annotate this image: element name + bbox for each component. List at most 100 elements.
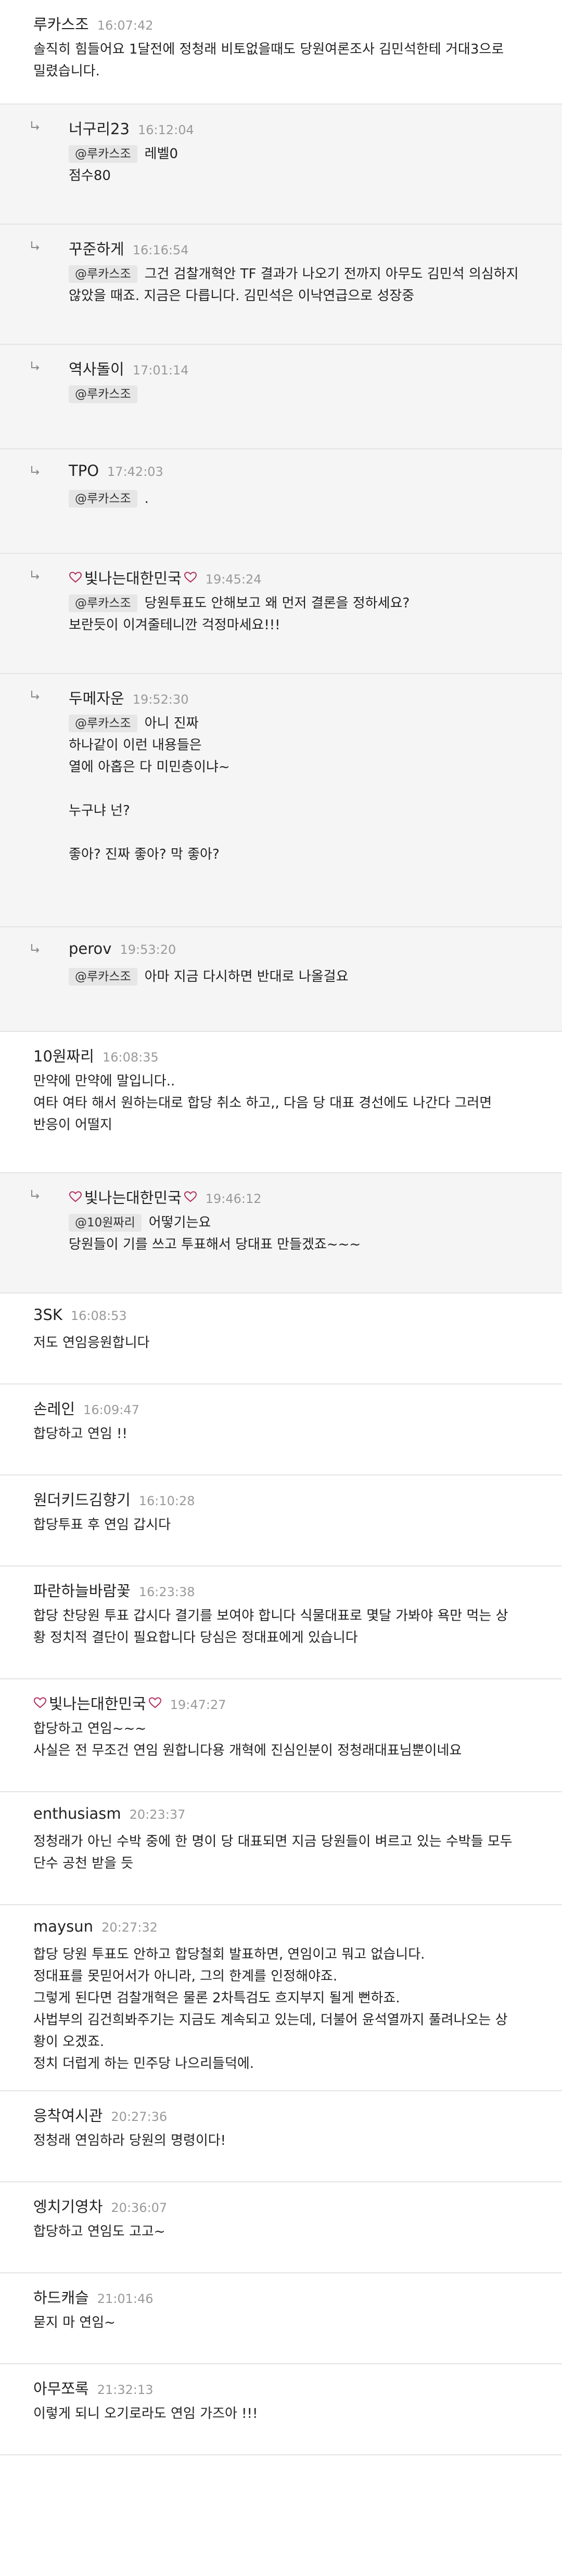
comment-body: 솔직히 힘들어요 1달전에 정청래 비토없을때도 당원여론조사 김민석한테 거대…: [33, 38, 541, 82]
comment-author[interactable]: 빛나는대한민국: [33, 1692, 162, 1714]
comment-body: 정청래가 아닌 수박 중에 한 명이 당 대표되면 지금 당원들이 벼르고 있는…: [33, 1831, 541, 1874]
comment-author[interactable]: perov: [69, 940, 111, 957]
mention-tag[interactable]: @루카스조: [69, 594, 137, 612]
reply-comment: 역사돌이 17:01:14 @루카스조: [0, 345, 562, 449]
comment-time: 21:01:46: [97, 2292, 154, 2306]
comment-body: 합당하고 연임~~~ 사실은 전 무조건 연임 원합니다용 개혁에 진심인분이 정…: [33, 1718, 541, 1762]
comment-body: @10원짜리 어떻기는요 당원들이 기를 쓰고 투표해서 당대표 만들겠죠~~~: [69, 1212, 541, 1255]
comment-text: 합당하고 연임도 고고~: [33, 2224, 165, 2240]
comment-header: maysun 20:27:32: [33, 1918, 541, 1938]
reply-comment: 빛나는대한민국 19:45:24 @루카스조 당원투표도 안해보고 왜 먼저 결론을 …: [0, 554, 562, 674]
comment-text-line: 합당 찬당원 투표 갑시다 결기를 보여야 합니다 식물대표로 몇달 가봐야 욕…: [33, 1605, 541, 1627]
author-name: 두메자운: [69, 690, 124, 707]
comment-author[interactable]: 하드캐슬: [33, 2286, 89, 2308]
author-name: 루카스조: [33, 16, 89, 33]
comment-header: 손레인 16:09:47: [33, 1397, 541, 1418]
comment-author[interactable]: 10원짜리: [33, 1044, 94, 1066]
comment-item: 파란하늘바람꽃 16:23:38 합당 찬당원 투표 갑시다 결기를 보여야 합니다…: [0, 1567, 562, 1679]
comment-text: 정청래 연임하라 당원의 명령이다!: [33, 2133, 226, 2148]
comment-item: 루카스조 16:07:42 솔직히 힘들어요 1달전에 정청래 비토없을때도 당원여…: [0, 0, 562, 105]
reply-comment: 너구리23 16:12:04 @루카스조 레벨0 점수80: [0, 105, 562, 225]
comment-author[interactable]: 빛나는대한민국: [69, 1186, 197, 1208]
comment-text-line: 솔직히 힘들어요 1달전에 정청래 비토없을때도 당원여론조사 김민석한테 거대…: [33, 38, 541, 60]
comment-text: 사법부의 김건희봐주기는 지금도 계속되고 있는데, 더불어 윤석열까지 풀려나…: [33, 2012, 508, 2028]
comment-body: 이렇게 되니 오기로라도 연임 가즈아 !!!: [33, 2403, 541, 2425]
comment-header: 루카스조 16:07:42: [33, 12, 541, 33]
comment-text: 누구냐 넌?: [69, 803, 130, 819]
author-name: 역사돌이: [69, 360, 124, 378]
mention-tag[interactable]: @루카스조: [69, 145, 137, 163]
comment-author[interactable]: 루카스조: [33, 12, 89, 34]
comment-text-line: 정치 더럽게 하는 민주당 나으리들덕에.: [33, 2053, 541, 2075]
comment-time: 20:27:36: [111, 2109, 168, 2124]
comment-author[interactable]: maysun: [33, 1918, 93, 1935]
comment-time: 19:45:24: [205, 572, 262, 587]
comment-author[interactable]: 빛나는대한민국: [69, 566, 197, 588]
comment-header: 빛나는대한민국 19:47:27: [33, 1692, 541, 1713]
comment-author[interactable]: 엥치기영차: [33, 2195, 103, 2217]
mention-tag[interactable]: @루카스조: [69, 265, 137, 283]
comment-text: 정청래가 아닌 수박 중에 한 명이 당 대표되면 지금 당원들이 벼르고 있는…: [33, 1834, 513, 1849]
comment-author[interactable]: 두메자운: [69, 687, 124, 708]
comment-text-line: 만약에 만약에 말입니다..: [33, 1070, 541, 1092]
mention-tag[interactable]: @루카스조: [69, 715, 137, 732]
comment-item: enthusiasm 20:23:37 정청래가 아닌 수박 중에 한 명이 당 대…: [0, 1792, 562, 1905]
author-name: 손레인: [33, 1400, 75, 1418]
mention-tag[interactable]: @루카스조: [69, 385, 137, 403]
comment-author[interactable]: TPO: [69, 462, 99, 480]
comment-text: 이렇게 되니 오기로라도 연임 가즈아 !!!: [33, 2406, 258, 2422]
mention-tag[interactable]: @루카스조: [69, 968, 137, 986]
comment-text: 반응이 어떨지: [33, 1117, 112, 1133]
comment-text: 좋아? 진짜 좋아? 막 좋아?: [69, 847, 220, 862]
comment-body: 만약에 만약에 말입니다.. 여타 여타 해서 원하는대로 합당 취소 하고,, …: [33, 1070, 541, 1136]
comment-time: 19:46:12: [205, 1192, 262, 1206]
comment-text-line: @루카스조.: [69, 488, 541, 510]
comment-text-line: @루카스조 아마 지금 다시하면 반대로 나올걸요: [69, 966, 541, 988]
author-name: enthusiasm: [33, 1805, 121, 1822]
author-name: 빛나는대한민국: [49, 1695, 146, 1713]
comment-body: @루카스조 레벨0 점수80: [69, 143, 541, 187]
comment-body: 합당하고 연임 !!: [33, 1423, 541, 1445]
comment-text-line: 정청래 연임하라 당원의 명령이다!: [33, 2130, 541, 2152]
comment-text: 그건 검찰개혁안 TF 결과가 나오기 전까지 아무도 김민석 의심하지: [144, 266, 519, 282]
reply-arrow-icon: [29, 943, 41, 954]
comment-text-line: 황이 오겠죠.: [33, 2031, 541, 2053]
author-name: TPO: [69, 462, 99, 480]
mention-tag[interactable]: @10원짜리: [69, 1214, 142, 1232]
heart-icon: [69, 1190, 82, 1203]
comment-text-line: 합당하고 연임도 고고~: [33, 2221, 541, 2243]
author-name: 엥치기영차: [33, 2198, 103, 2216]
comment-author[interactable]: 3SK: [33, 1306, 62, 1324]
comment-text-line: [69, 778, 541, 800]
comment-text-line: @루카스조 레벨0: [69, 143, 541, 165]
comment-time: 17:01:14: [132, 363, 189, 378]
mention-tag[interactable]: @루카스조: [69, 490, 137, 508]
comment-text-line: 당원들이 기를 쓰고 투표해서 당대표 만들겠죠~~~: [69, 1234, 541, 1255]
comment-header: 빛나는대한민국 19:45:24: [69, 566, 541, 587]
comment-body: @루카스조 아니 진짜 하나같이 이런 내용들은 열에 아홉은 다 미민층이냐~ 누구냐…: [69, 713, 541, 865]
comment-time: 16:16:54: [132, 243, 189, 257]
comment-header: 원더키드김향기 16:10:28: [33, 1488, 541, 1509]
comment-text: 저도 연임응원합니다: [33, 1335, 150, 1351]
comment-text: 합당하고 연임 !!: [33, 1426, 127, 1442]
reply-arrow-icon: [29, 690, 41, 701]
comment-author[interactable]: 파란하늘바람꽃: [33, 1579, 131, 1601]
comment-text-line: 합당하고 연임~~~: [33, 1718, 541, 1740]
comment-author[interactable]: enthusiasm: [33, 1805, 121, 1822]
comment-author[interactable]: 역사돌이: [69, 357, 124, 379]
comment-text-line: 사법부의 김건희봐주기는 지금도 계속되고 있는데, 더불어 윤석열까지 풀려나…: [33, 2009, 541, 2031]
comment-author[interactable]: 응착여시관: [33, 2104, 103, 2126]
comment-text-line: 열에 아홉은 다 미민층이냐~: [69, 756, 541, 778]
comment-header: 응착여시관 20:27:36: [33, 2104, 541, 2125]
heart-icon: [184, 1190, 197, 1203]
comment-author[interactable]: 꾸준하게: [69, 237, 124, 259]
comment-item: 엥치기영차 20:36:07 합당하고 연임도 고고~: [0, 2182, 562, 2273]
heart-icon: [184, 571, 197, 584]
comment-author[interactable]: 아무쪼록: [33, 2377, 89, 2399]
comment-author[interactable]: 원더키드김향기: [33, 1488, 131, 1510]
comment-author[interactable]: 너구리23: [69, 117, 130, 139]
comment-header: 3SK 16:08:53: [33, 1306, 541, 1327]
comment-text-line: @10원짜리 어떻기는요: [69, 1212, 541, 1234]
comment-author[interactable]: 손레인: [33, 1397, 75, 1419]
comment-text-line: 황 정치적 결단이 필요합니다 당심은 정대표에게 있습니다: [33, 1627, 541, 1649]
